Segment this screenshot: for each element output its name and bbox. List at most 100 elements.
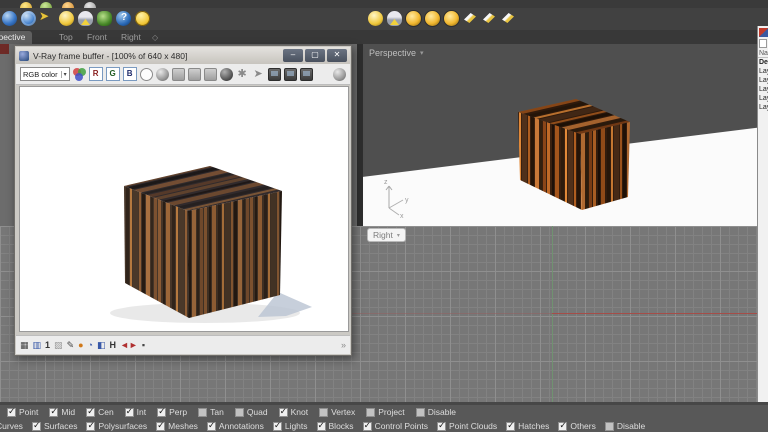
one-to-one-button[interactable]: 1: [45, 339, 50, 351]
expand-icon[interactable]: »: [341, 340, 346, 350]
chevron-down-icon[interactable]: ▾: [420, 49, 424, 57]
tab-label: Top: [59, 32, 73, 42]
ies-light-2-icon[interactable]: [482, 11, 497, 26]
point-light-icon[interactable]: [406, 11, 421, 26]
filter-lights-checkbox[interactable]: Lights: [273, 421, 308, 431]
maximize-button[interactable]: ▢: [305, 49, 325, 62]
blue-channel-button[interactable]: B: [123, 67, 137, 81]
layer-row[interactable]: Layer 05: [758, 103, 768, 112]
region-icon[interactable]: ▪: [142, 339, 145, 351]
osnap-knot-checkbox[interactable]: Knot: [279, 407, 309, 417]
vfb-titlebar[interactable]: V-Ray frame buffer - [100% of 640 x 480]…: [16, 47, 350, 64]
mono-sphere-icon[interactable]: [156, 68, 169, 81]
layer-row[interactable]: Layer 04: [758, 94, 768, 103]
vray-options-icon[interactable]: [21, 11, 36, 26]
tab-perspective[interactable]: Perspective: [0, 31, 32, 44]
filter-surfaces-checkbox[interactable]: Surfaces: [32, 421, 78, 431]
rgb-channels-icon[interactable]: [73, 68, 86, 81]
ies-light-3-icon[interactable]: [501, 11, 516, 26]
viewport-right-title[interactable]: Right ▾: [368, 229, 405, 241]
tab-top[interactable]: Top: [52, 31, 80, 44]
filter-control-points-checkbox[interactable]: Control Points: [363, 421, 428, 431]
viewport-title[interactable]: Perspective ▾: [369, 48, 424, 58]
channel-select[interactable]: RGB color ▾: [20, 67, 70, 81]
layer-row[interactable]: Layer 03: [758, 85, 768, 94]
layer-row[interactable]: Layer 02: [758, 76, 768, 85]
clear-image-icon[interactable]: [204, 68, 217, 81]
osnap-quad-checkbox[interactable]: Quad: [235, 407, 268, 417]
dome-light-icon[interactable]: [444, 11, 459, 26]
layers-panel[interactable]: Name Default Layer 01 Layer 02 Layer 03 …: [757, 26, 768, 402]
osnap-point-checkbox[interactable]: Point: [7, 407, 38, 417]
compare-a-icon[interactable]: [284, 68, 297, 81]
filter-curves-checkbox[interactable]: Curves: [0, 421, 23, 431]
new-tab-icon[interactable]: ◇: [152, 33, 158, 42]
filter-disable-checkbox[interactable]: Disable: [605, 421, 645, 431]
osnap-int-checkbox[interactable]: Int: [125, 407, 146, 417]
osnap-vertex-checkbox[interactable]: Vertex: [319, 407, 355, 417]
levels-icon[interactable]: ◧: [97, 339, 106, 351]
tab-front[interactable]: Front: [80, 31, 114, 44]
filter-meshes-checkbox[interactable]: Meshes: [156, 421, 198, 431]
osnap-disable-checkbox[interactable]: Disable: [416, 407, 456, 417]
curve-icon[interactable]: ◔: [88, 339, 93, 351]
checkbox-label: Vertex: [331, 407, 355, 417]
new-layer-icon[interactable]: [759, 39, 767, 48]
filter-blocks-checkbox[interactable]: Blocks: [317, 421, 354, 431]
dim-square-icon[interactable]: ▨: [54, 339, 63, 351]
filter-hatches-checkbox[interactable]: Hatches: [506, 421, 549, 431]
grid-icon[interactable]: ▦: [20, 339, 29, 351]
spot-light-icon[interactable]: [78, 11, 93, 26]
filter-others-checkbox[interactable]: Others: [558, 421, 596, 431]
viewport-perspective[interactable]: z y x: [363, 44, 757, 226]
green-channel-button[interactable]: G: [106, 67, 120, 81]
vray-plane-icon[interactable]: [97, 11, 112, 26]
osnap-project-checkbox[interactable]: Project: [366, 407, 404, 417]
osnap-cen-checkbox[interactable]: Cen: [86, 407, 114, 417]
tab-label: Front: [87, 32, 107, 42]
stamp-icon[interactable]: [333, 68, 346, 81]
selection-filter-row: Curves Surfaces Polysurfaces Meshes Anno…: [0, 421, 645, 431]
track-mouse-icon[interactable]: ◄►: [120, 339, 138, 351]
help-icon[interactable]: [116, 11, 131, 26]
ies-light-icon[interactable]: [463, 11, 478, 26]
dark-sphere-icon[interactable]: [220, 68, 233, 81]
spot-light-icon[interactable]: [387, 11, 402, 26]
layer-row[interactable]: Default: [758, 58, 768, 67]
omni-light-icon[interactable]: [59, 11, 74, 26]
pointer-icon[interactable]: ➤: [252, 68, 265, 81]
compare-b-icon[interactable]: [300, 68, 313, 81]
omni-light-icon[interactable]: [368, 11, 383, 26]
osnap-perp-checkbox[interactable]: Perp: [157, 407, 187, 417]
pen-icon[interactable]: ✎: [67, 339, 75, 351]
lens-effects-icon[interactable]: ✱: [236, 68, 249, 81]
osnap-tan-checkbox[interactable]: Tan: [198, 407, 224, 417]
vfb-window[interactable]: V-Ray frame buffer - [100% of 640 x 480]…: [14, 45, 352, 356]
histogram-h-button[interactable]: H: [110, 339, 117, 351]
close-button[interactable]: ✕: [327, 49, 347, 62]
load-image-icon[interactable]: [188, 68, 201, 81]
viewport-right-title-text: Right: [373, 230, 393, 240]
alpha-channel-icon[interactable]: [140, 68, 153, 81]
filter-point-clouds-checkbox[interactable]: Point Clouds: [437, 421, 497, 431]
vray-ball-icon[interactable]: [2, 11, 17, 26]
color-correction-icon[interactable]: ●: [78, 339, 83, 351]
save-image-icon[interactable]: [172, 68, 185, 81]
viewport-cube[interactable]: [363, 44, 757, 226]
layer-row[interactable]: Layer 01: [758, 67, 768, 76]
vray-material-icon[interactable]: [759, 28, 768, 37]
minimize-button[interactable]: –: [283, 49, 303, 62]
chevron-down-icon[interactable]: ▾: [397, 232, 400, 239]
region-render-icon[interactable]: [268, 68, 281, 81]
sun-light-icon[interactable]: [425, 11, 440, 26]
histogram-icon[interactable]: ▥: [33, 339, 42, 351]
checkbox-label: Blocks: [329, 421, 354, 431]
red-channel-button[interactable]: R: [89, 67, 103, 81]
filter-polysurfaces-checkbox[interactable]: Polysurfaces: [86, 421, 147, 431]
export-proxy-icon[interactable]: [40, 11, 55, 26]
osnap-mid-checkbox[interactable]: Mid: [49, 407, 75, 417]
layers-name-header: Name: [758, 50, 768, 58]
filter-annotations-checkbox[interactable]: Annotations: [207, 421, 264, 431]
about-icon[interactable]: [135, 11, 150, 26]
tab-right[interactable]: Right: [114, 31, 148, 44]
